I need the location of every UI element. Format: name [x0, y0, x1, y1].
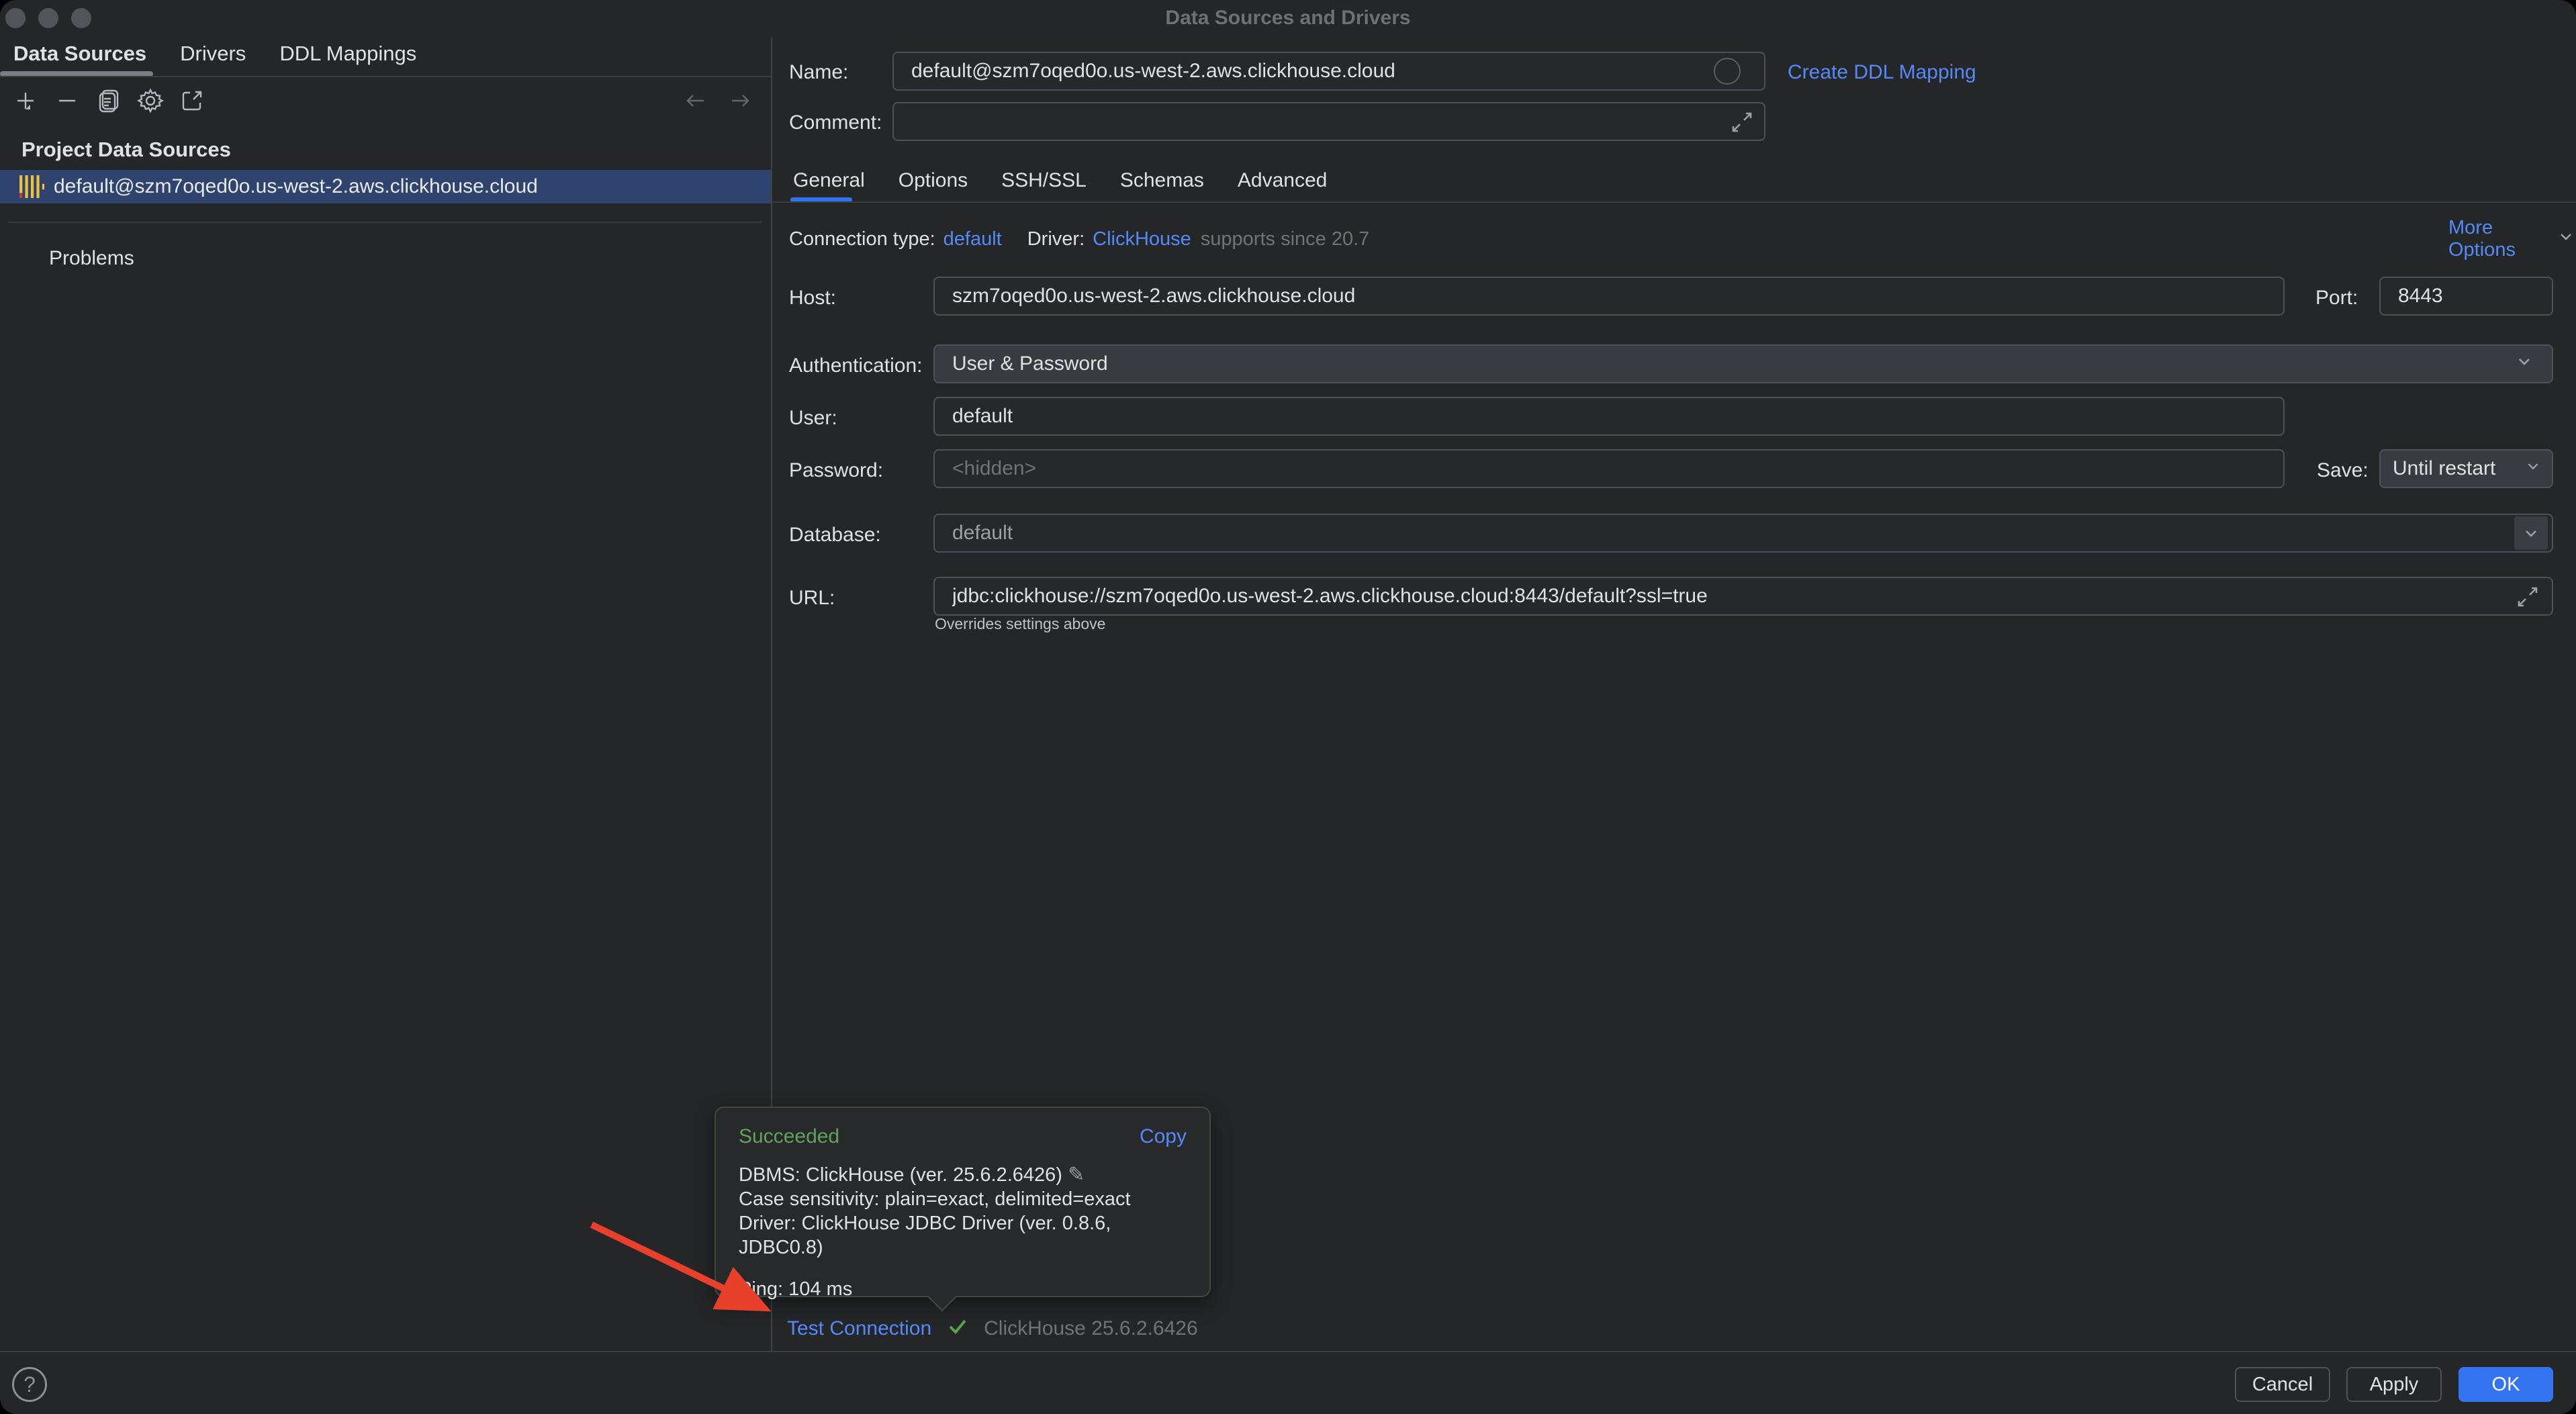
url-hint: Overrides settings above [935, 615, 1105, 633]
expand-url-icon[interactable] [2514, 583, 2541, 610]
password-label: Password: [789, 459, 883, 482]
back-arrow-icon[interactable] [681, 86, 710, 115]
comment-input[interactable] [892, 102, 1765, 141]
save-label: Save: [2317, 459, 2368, 482]
test-connection-link[interactable]: Test Connection [787, 1317, 931, 1340]
chevron-down-icon [2556, 226, 2576, 252]
forward-arrow-icon[interactable] [725, 86, 755, 115]
user-label: User: [789, 407, 837, 430]
gear-icon[interactable] [136, 86, 165, 115]
chevron-down-icon[interactable] [2514, 516, 2548, 550]
more-options[interactable]: More Options [2448, 227, 2576, 251]
connection-tabs: General Options SSH/SSL Schemas Advanced [793, 169, 1327, 192]
database-combobox[interactable]: default [933, 514, 2553, 553]
popup-line-driver: Driver: ClickHouse JDBC Driver (ver. 0.8… [739, 1211, 1187, 1260]
sidebar-toolbar [11, 86, 207, 115]
edit-icon[interactable]: ✎ [1068, 1164, 1085, 1186]
tab-ssh-ssl[interactable]: SSH/SSL [1001, 169, 1087, 192]
comment-label: Comment: [789, 111, 882, 134]
form-tabs-separator [771, 201, 2576, 203]
copy-link[interactable]: Copy [1140, 1125, 1187, 1148]
cancel-button[interactable]: Cancel [2235, 1367, 2330, 1402]
tab-data-sources[interactable]: Data Sources [13, 42, 146, 75]
connection-type-row: Connection type: default Driver: ClickHo… [789, 227, 1369, 251]
add-icon[interactable] [11, 86, 40, 115]
save-select[interactable]: Until restart [2379, 449, 2553, 488]
authentication-label: Authentication: [789, 355, 922, 377]
sidebar: Data Sources Drivers DDL Mappings [0, 0, 771, 1414]
authentication-select[interactable]: User & Password [933, 344, 2553, 383]
url-input[interactable] [933, 577, 2553, 616]
clickhouse-icon [19, 174, 44, 199]
tab-advanced[interactable]: Advanced [1238, 169, 1327, 192]
project-data-sources-header: Project Data Sources [21, 138, 231, 162]
annotation-arrow [571, 1205, 786, 1326]
host-label: Host: [789, 287, 836, 310]
user-input[interactable] [933, 397, 2285, 436]
success-check-icon [945, 1313, 970, 1344]
popup-ping: Ping: 104 ms [739, 1278, 1187, 1301]
chevron-down-icon [2524, 457, 2542, 481]
footer-separator [0, 1351, 2576, 1352]
more-options-label[interactable]: More Options [2448, 217, 2549, 261]
popup-line-dbms: DBMS: ClickHouse (ver. 25.6.2.6426)✎ [739, 1163, 1187, 1187]
database-value: default [952, 522, 1013, 545]
driver-hint: supports since 20.7 [1201, 228, 1369, 250]
port-label: Port: [2315, 287, 2358, 310]
driver-value[interactable]: ClickHouse [1093, 228, 1191, 250]
tab-options[interactable]: Options [899, 169, 968, 192]
color-picker-circle[interactable] [1714, 58, 1741, 85]
host-input[interactable] [933, 277, 2285, 316]
data-source-name: default@szm7oqed0o.us-west-2.aws.clickho… [54, 175, 538, 198]
password-input[interactable] [933, 449, 2285, 488]
save-value: Until restart [2393, 457, 2495, 480]
test-result-text: ClickHouse 25.6.2.6426 [984, 1317, 1198, 1340]
history-nav [681, 86, 755, 115]
test-connection-popup: Succeeded Copy DBMS: ClickHouse (ver. 25… [715, 1106, 1211, 1297]
url-label: URL: [789, 587, 835, 610]
database-label: Database: [789, 524, 881, 547]
driver-label: Driver: [1027, 228, 1085, 250]
status-badge: Succeeded [739, 1125, 839, 1148]
data-source-list-item[interactable]: default@szm7oqed0o.us-west-2.aws.clickho… [0, 170, 771, 203]
name-label: Name: [789, 61, 848, 84]
chevron-down-icon [2514, 351, 2534, 377]
tab-schemas[interactable]: Schemas [1120, 169, 1204, 192]
remove-icon[interactable] [52, 86, 82, 115]
connection-type-label: Connection type: [789, 228, 935, 250]
ok-button[interactable]: OK [2458, 1367, 2553, 1402]
test-connection-row: Test Connection ClickHouse 25.6.2.6426 [787, 1313, 1198, 1344]
tab-general[interactable]: General [793, 169, 865, 192]
tab-ddl-mappings[interactable]: DDL Mappings [279, 42, 416, 75]
help-icon[interactable]: ? [12, 1367, 47, 1402]
name-input[interactable] [892, 52, 1765, 91]
authentication-value: User & Password [952, 352, 1108, 375]
data-sources-dialog: Data Sources and Drivers Data Sources Dr… [0, 0, 2576, 1414]
open-in-new-icon[interactable] [177, 86, 207, 115]
sidebar-tabs: Data Sources Drivers DDL Mappings [13, 42, 416, 75]
list-divider [8, 222, 762, 223]
create-ddl-mapping-link[interactable]: Create DDL Mapping [1788, 61, 1976, 84]
apply-button[interactable]: Apply [2346, 1367, 2442, 1402]
duplicate-icon[interactable] [94, 86, 124, 115]
popup-line-case-sensitivity: Case sensitivity: plain=exact, delimited… [739, 1187, 1187, 1211]
connection-type-value[interactable]: default [944, 228, 1002, 250]
tab-drivers[interactable]: Drivers [180, 42, 246, 75]
expand-comment-icon[interactable] [1729, 109, 1755, 136]
sidebar-tabs-separator [0, 76, 771, 77]
sidebar-item-problems[interactable]: Problems [49, 247, 134, 270]
port-input[interactable] [2379, 277, 2553, 316]
